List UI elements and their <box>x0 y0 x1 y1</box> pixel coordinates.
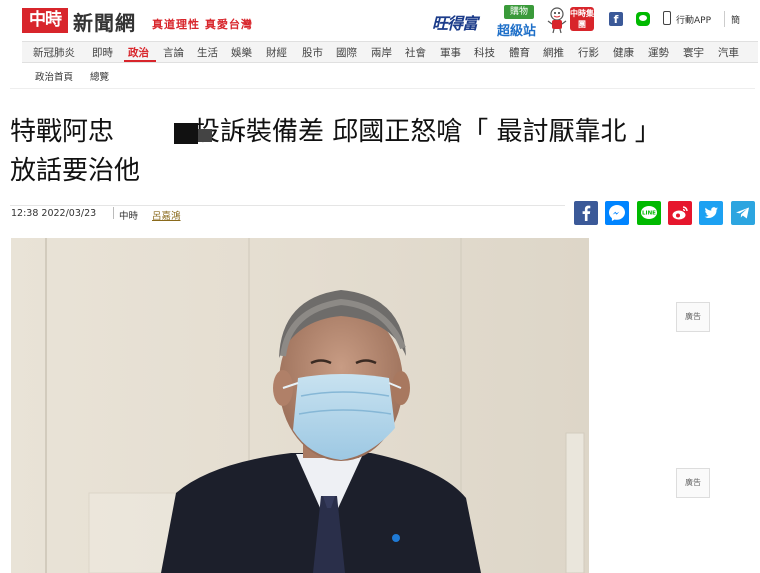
divider <box>10 88 755 89</box>
photo-illustration <box>11 238 589 573</box>
line-icon[interactable] <box>636 12 650 26</box>
facebook-icon[interactable]: f <box>609 12 623 26</box>
svg-text:LINE: LINE <box>642 211 656 217</box>
nav-item-health[interactable]: 健康 <box>613 45 634 60</box>
nav-item-cross-strait[interactable]: 兩岸 <box>371 45 392 60</box>
nav-item-covid[interactable]: 新冠肺炎 <box>33 45 75 60</box>
nav-item-finance[interactable]: 財經 <box>266 45 287 60</box>
nav-item-entertainment[interactable]: 娛樂 <box>231 45 252 60</box>
nav-item-military[interactable]: 軍事 <box>440 45 461 60</box>
nav-item-society[interactable]: 社會 <box>405 45 426 60</box>
nav-item-fortune[interactable]: 運勢 <box>648 45 669 60</box>
redaction-block <box>174 123 198 144</box>
article-photo[interactable] <box>11 238 589 573</box>
divider <box>113 207 114 219</box>
group-badge[interactable]: 中時集團 <box>570 7 594 31</box>
nav-item-world[interactable]: 國際 <box>336 45 357 60</box>
divider <box>10 205 565 206</box>
subnav-politics-home[interactable]: 政治首頁 <box>35 69 73 83</box>
nav-item-sports[interactable]: 體育 <box>509 45 530 60</box>
divider <box>724 11 725 27</box>
title-part-2: 投訴裝備差 邱國正怒嗆「 最討厭靠北 」 <box>194 117 661 147</box>
nav-item-global[interactable]: 寰宇 <box>683 45 704 60</box>
publish-date: 12:38 2022/03/23 <box>11 208 97 219</box>
shop-link[interactable]: 超級站 <box>497 20 536 39</box>
partner-brand-link[interactable]: 旺得富 <box>432 10 478 34</box>
phone-icon[interactable] <box>663 11 671 25</box>
site-logo[interactable]: 中時 <box>22 8 68 33</box>
nav-item-web[interactable]: 網推 <box>543 45 564 60</box>
shop-tag[interactable]: 購物 <box>504 5 534 19</box>
nav-item-video[interactable]: 行影 <box>578 45 599 60</box>
site-slogan: 真道理性 真愛台灣 <box>152 18 253 31</box>
ad-slot[interactable]: 廣告 <box>676 468 710 498</box>
title-part-1: 特戰阿忠 <box>10 117 115 147</box>
app-download-link[interactable]: 行動APP <box>676 13 711 26</box>
mascot-icon[interactable] <box>546 6 568 34</box>
language-toggle[interactable]: 簡 <box>731 13 740 26</box>
article-source: 中時 <box>119 211 139 222</box>
redaction-block <box>198 129 212 142</box>
nav-item-life[interactable]: 生活 <box>197 45 218 60</box>
ad-slot[interactable]: 廣告 <box>676 302 710 332</box>
active-nav-indicator <box>124 60 156 62</box>
article-title: 特戰阿忠 投訴裝備差 邱國正怒嗆「 最討厭靠北 」放話要治他 <box>10 113 755 191</box>
site-header: 中時 新聞網 真道理性 真愛台灣 旺得富 購物 超級站 中時集團 f 行動APP… <box>0 0 760 39</box>
facebook-icon[interactable] <box>574 201 598 225</box>
nav-item-auto[interactable]: 汽車 <box>718 45 739 60</box>
reporter-link[interactable]: 呂嘉鴻 <box>152 208 181 222</box>
nav-item-stocks[interactable]: 股市 <box>302 45 323 60</box>
nav-item-politics[interactable]: 政治 <box>128 45 149 60</box>
nav-item-tech[interactable]: 科技 <box>474 45 495 60</box>
title-line-2: 放話要治他 <box>10 156 141 186</box>
weibo-icon[interactable] <box>668 201 692 225</box>
line-icon[interactable]: LINE <box>637 201 661 225</box>
site-name[interactable]: 新聞網 <box>73 7 136 36</box>
subnav-overview[interactable]: 總覽 <box>90 69 109 83</box>
twitter-icon[interactable] <box>699 201 723 225</box>
nav-item-opinion[interactable]: 言論 <box>163 45 184 60</box>
telegram-icon[interactable] <box>731 201 755 225</box>
nav-item-realtime[interactable]: 即時 <box>92 45 113 60</box>
messenger-icon[interactable] <box>605 201 629 225</box>
